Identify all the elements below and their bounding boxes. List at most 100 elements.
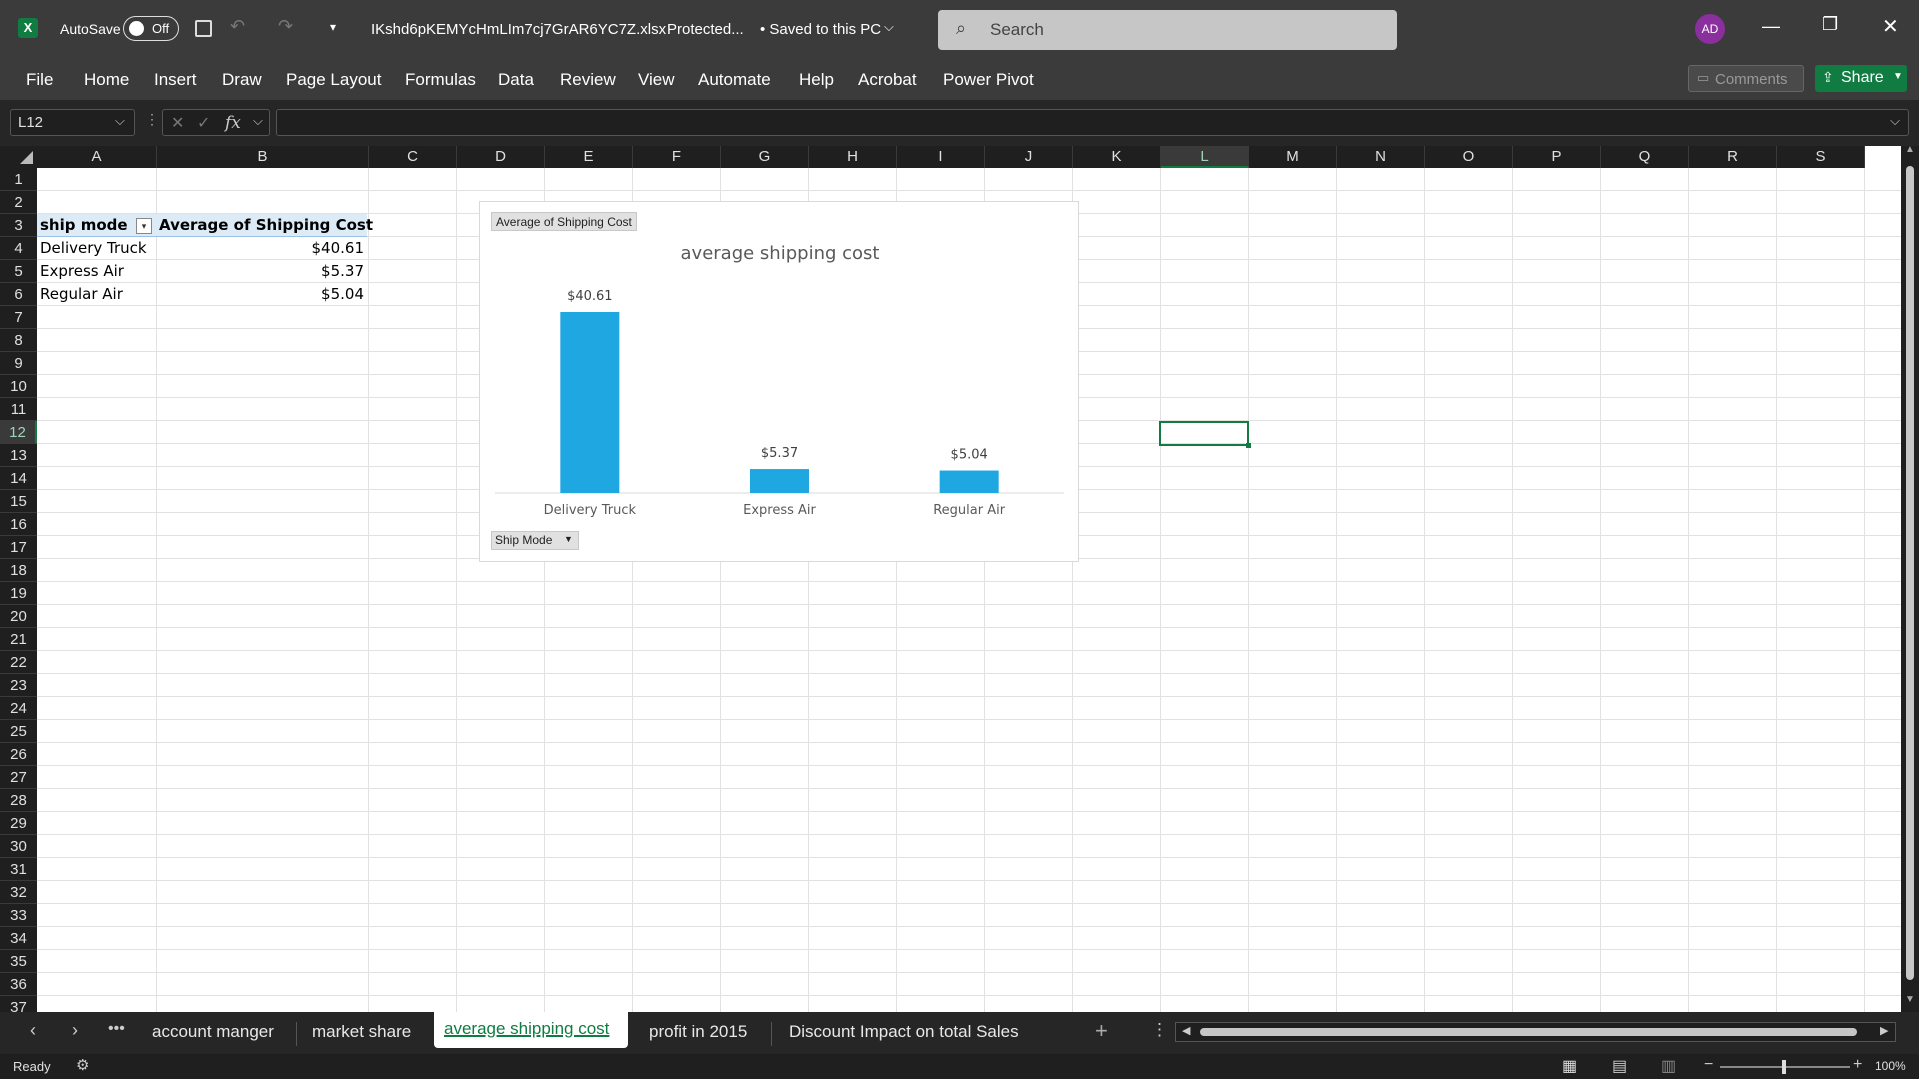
name-box[interactable]: L12 ⌵	[10, 109, 135, 136]
h-scrollbar-thumb[interactable]	[1200, 1028, 1857, 1036]
column-header-p[interactable]: P	[1513, 146, 1601, 168]
menu-page-layout[interactable]: Page Layout	[286, 70, 381, 90]
fill-handle[interactable]	[1246, 443, 1251, 448]
scroll-down-icon[interactable]: ▼	[1905, 994, 1915, 1005]
row-header-28[interactable]: 28	[0, 789, 37, 812]
share-button[interactable]: ⇪ Share ▼	[1815, 65, 1907, 92]
saved-status[interactable]: • Saved to this PC	[760, 21, 881, 38]
row-header-18[interactable]: 18	[0, 559, 37, 582]
worksheet-grid[interactable]: ABCDEFGHIJKLMNOPQRS 1 2 3 4 5 6 7 8 9 10 11 12 13 14 1…	[0, 146, 1919, 1012]
vertical-scrollbar[interactable]: ▲ ▼	[1901, 146, 1919, 1012]
pivot-header-a[interactable]: ship mode ▾	[37, 214, 155, 237]
row-header-1[interactable]: 1	[0, 168, 37, 191]
column-header-r[interactable]: R	[1689, 146, 1777, 168]
row-header-25[interactable]: 25	[0, 720, 37, 743]
row-header-21[interactable]: 21	[0, 628, 37, 651]
tab-scroll-right-icon[interactable]: ›	[72, 1020, 78, 1041]
pivot-row-mode[interactable]: Express Air	[40, 260, 124, 283]
row-header-32[interactable]: 32	[0, 881, 37, 904]
row-header-5[interactable]: 5	[0, 260, 37, 283]
horizontal-scrollbar[interactable]: ◀ ▶	[1175, 1022, 1896, 1042]
column-header-c[interactable]: C	[369, 146, 457, 168]
row-header-15[interactable]: 15	[0, 490, 37, 513]
row-header-13[interactable]: 13	[0, 444, 37, 467]
pivot-row-mode[interactable]: Delivery Truck	[40, 237, 147, 260]
row-header-20[interactable]: 20	[0, 605, 37, 628]
row-header-35[interactable]: 35	[0, 950, 37, 973]
chart-bar[interactable]	[750, 469, 809, 493]
expand-formula-icon[interactable]: ⌵	[1890, 113, 1900, 129]
zoom-slider[interactable]	[1720, 1060, 1850, 1074]
avatar[interactable]: AD	[1695, 14, 1725, 44]
row-header-8[interactable]: 8	[0, 329, 37, 352]
row-header-27[interactable]: 27	[0, 766, 37, 789]
filter-dropdown-button[interactable]: ▾	[136, 218, 152, 234]
column-header-f[interactable]: F	[633, 146, 721, 168]
add-sheet-icon[interactable]: +	[1095, 1018, 1108, 1044]
row-header-3[interactable]: 3	[0, 214, 37, 237]
menu-automate[interactable]: Automate	[698, 70, 771, 90]
enter-icon[interactable]: ✓	[197, 113, 210, 133]
row-header-6[interactable]: 6	[0, 283, 37, 306]
restore-icon[interactable]: ❐	[1822, 14, 1838, 35]
row-header-23[interactable]: 23	[0, 674, 37, 697]
close-icon[interactable]: ✕	[1882, 14, 1899, 39]
chevron-down-icon[interactable]: ⌵	[884, 19, 894, 35]
page-layout-view-icon[interactable]: ▤	[1612, 1056, 1627, 1076]
row-header-22[interactable]: 22	[0, 651, 37, 674]
row-header-19[interactable]: 19	[0, 582, 37, 605]
tab-discount-impact[interactable]: Discount Impact on total Sales	[789, 1022, 1019, 1042]
pivot-row-cost[interactable]: $40.61	[300, 237, 365, 260]
save-icon[interactable]	[195, 20, 212, 37]
more-options-icon[interactable]: ⋮	[1151, 1020, 1168, 1040]
customize-qat-icon[interactable]: ▾	[330, 20, 336, 34]
tab-average-shipping-cost-active[interactable]: average shipping cost	[434, 1012, 628, 1048]
accessibility-icon[interactable]: ⚙	[76, 1056, 89, 1074]
column-header-s[interactable]: S	[1777, 146, 1865, 168]
pivot-chart[interactable]: Average of Shipping Cost average shippin…	[479, 201, 1079, 562]
row-header-17[interactable]: 17	[0, 536, 37, 559]
row-header-7[interactable]: 7	[0, 306, 37, 329]
row-header-10[interactable]: 10	[0, 375, 37, 398]
row-header-4[interactable]: 4	[0, 237, 37, 260]
row-header-29[interactable]: 29	[0, 812, 37, 835]
menu-data[interactable]: Data	[498, 70, 534, 90]
menu-help[interactable]: Help	[799, 70, 834, 90]
menu-formulas[interactable]: Formulas	[405, 70, 476, 90]
column-header-l[interactable]: L	[1161, 146, 1249, 168]
pivot-row-cost[interactable]: $5.37	[300, 260, 364, 283]
normal-view-icon[interactable]: ▦	[1562, 1056, 1577, 1076]
comments-button[interactable]: ▭ Comments	[1688, 65, 1804, 92]
scroll-up-icon[interactable]: ▲	[1905, 146, 1915, 155]
more-tabs-icon[interactable]: •••	[108, 1020, 125, 1038]
row-header-31[interactable]: 31	[0, 858, 37, 881]
menu-draw[interactable]: Draw	[222, 70, 262, 90]
column-header-j[interactable]: J	[985, 146, 1073, 168]
column-header-q[interactable]: Q	[1601, 146, 1689, 168]
chart-axis-field-button[interactable]: Ship Mode ▼	[491, 531, 579, 550]
tab-market-share[interactable]: market share	[312, 1022, 411, 1042]
menu-acrobat[interactable]: Acrobat	[858, 70, 917, 90]
formula-input[interactable]: ⌵	[276, 109, 1909, 136]
row-header-37[interactable]: 37	[0, 996, 37, 1012]
column-header-k[interactable]: K	[1073, 146, 1161, 168]
row-header-9[interactable]: 9	[0, 352, 37, 375]
menu-power-pivot[interactable]: Power Pivot	[943, 70, 1034, 90]
chart-bar[interactable]	[939, 470, 999, 493]
column-header-h[interactable]: H	[809, 146, 897, 168]
row-header-16[interactable]: 16	[0, 513, 37, 536]
column-header-d[interactable]: D	[457, 146, 545, 168]
pivot-row-cost[interactable]: $5.04	[300, 283, 364, 306]
zoom-level[interactable]: 100%	[1875, 1059, 1906, 1073]
undo-icon[interactable]: ↶	[230, 16, 245, 37]
column-header-a[interactable]: A	[37, 146, 157, 168]
chart-bar[interactable]	[560, 312, 620, 493]
column-header-b[interactable]: B	[157, 146, 369, 168]
tab-scroll-left-icon[interactable]: ‹	[30, 1020, 36, 1041]
menu-home[interactable]: Home	[84, 70, 129, 90]
zoom-slider-thumb[interactable]	[1782, 1060, 1786, 1074]
row-header-30[interactable]: 30	[0, 835, 37, 858]
autosave-toggle[interactable]: Off	[123, 16, 179, 41]
tab-profit-in-2015[interactable]: profit in 2015	[649, 1022, 747, 1042]
zoom-out-icon[interactable]: −	[1704, 1056, 1713, 1074]
